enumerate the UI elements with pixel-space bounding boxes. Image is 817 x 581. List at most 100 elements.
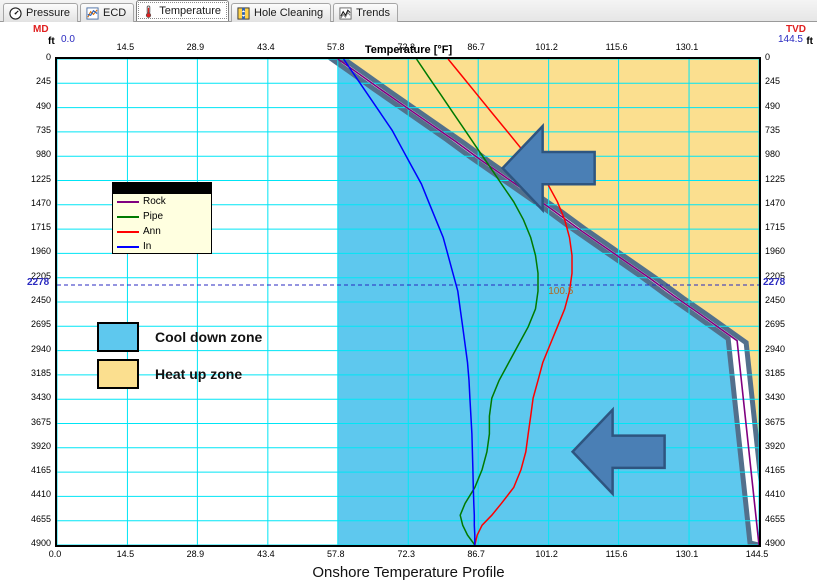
- tvd-tick-1: 245: [765, 76, 781, 87]
- md-marker-label: 2278: [27, 276, 50, 288]
- legend-label-rock: Rock: [143, 196, 166, 207]
- legend-header: [113, 183, 211, 194]
- tvd-marker-label: 2278: [763, 276, 786, 288]
- md-tick-19: 4655: [30, 513, 51, 524]
- md-tick-10: 2450: [30, 295, 51, 305]
- md-tick-12: 2940: [30, 343, 51, 354]
- tab-temperature[interactable]: Temperature: [136, 0, 230, 21]
- tab-hole-cleaning[interactable]: Hole Cleaning: [231, 3, 332, 22]
- tab-trends[interactable]: Trends: [333, 3, 398, 22]
- tvd-tick-18: 4410: [765, 489, 786, 500]
- trends-chart-icon: [339, 6, 352, 20]
- hole-cleaning-icon: [237, 6, 250, 20]
- zone-key-heat: Heat up zone: [97, 359, 262, 389]
- md-units-label: ft: [48, 36, 55, 47]
- tab-ecd-label: ECD: [103, 7, 127, 19]
- cool-zone-label: Cool down zone: [155, 329, 263, 345]
- tvd-tick-11: 2695: [765, 319, 786, 330]
- legend-swatch-rock: [117, 201, 139, 203]
- tab-hole-cleaning-label: Hole Cleaning: [254, 7, 324, 19]
- md-tick-13: 3185: [30, 367, 51, 378]
- x-tick-top-8: 115.6: [605, 42, 628, 52]
- md-tick-20: 4900: [30, 538, 51, 548]
- gauge-icon: [9, 6, 22, 20]
- tvd-tick-8: 1960: [765, 246, 786, 257]
- tvd-tick-17: 4165: [765, 465, 786, 476]
- md-tick-3: 735: [35, 124, 51, 135]
- md-tick-17: 4165: [30, 465, 51, 476]
- x-tick-bottom-5: 72.3: [397, 549, 415, 559]
- x-tick-bottom-0: 0.0: [48, 549, 62, 559]
- tvd-tick-4: 980: [765, 149, 781, 160]
- x-tick-top-7: 101.2: [535, 42, 558, 52]
- legend-label-pipe: Pipe: [143, 211, 164, 222]
- chart-caption: Onshore Temperature Profile: [312, 564, 505, 581]
- md-tick-11: 2695: [30, 319, 51, 330]
- md-tick-18: 4410: [30, 489, 51, 500]
- ecd-chart-icon: [86, 6, 99, 20]
- x-tick-bottom-1: 14.5: [116, 549, 135, 559]
- tab-pressure[interactable]: Pressure: [3, 3, 79, 22]
- md-tick-8: 1960: [30, 246, 51, 257]
- legend-label-in: In: [143, 241, 152, 252]
- tvd-tick-13: 3185: [765, 367, 786, 378]
- tvd-tick-5: 1225: [765, 173, 786, 184]
- grid-lines: [57, 59, 759, 545]
- tab-temperature-label: Temperature: [159, 5, 222, 17]
- legend-swatch-ann: [117, 231, 139, 233]
- legend-row-ann: Ann: [113, 225, 211, 239]
- marker-value-label: 100.5: [548, 285, 574, 297]
- legend-label-ann: Ann: [143, 226, 161, 237]
- tvd-tick-2: 490: [765, 100, 781, 111]
- tvd-tick-20: 4900: [765, 538, 786, 548]
- tab-ecd[interactable]: ECD: [80, 3, 135, 22]
- legend-row-pipe: Pipe: [113, 210, 211, 224]
- x-tick-top-4: 57.8: [327, 42, 345, 52]
- md-tick-1: 245: [35, 76, 51, 87]
- tvd-tick-12: 2940: [765, 343, 786, 354]
- tvd-tick-6: 1470: [765, 197, 786, 208]
- x-tick-top-3: 43.4: [257, 42, 275, 52]
- heat-zone-swatch: [97, 359, 139, 389]
- x-tick-bottom-9: 130.1: [675, 549, 699, 559]
- md-tick-6: 1470: [30, 197, 51, 208]
- tvd-tick-14: 3430: [765, 392, 786, 403]
- cool-zone-swatch: [97, 322, 139, 352]
- x-tick-bottom-6: 86.7: [467, 549, 485, 559]
- md-tick-0: 0: [45, 52, 51, 62]
- x-tick-top-1: 14.5: [116, 42, 135, 52]
- tvd-units-label: ft: [806, 36, 813, 47]
- tab-bar: Pressure ECD Temperature Hole Cleaning T…: [0, 0, 817, 22]
- tvd-tick-0: 0: [765, 52, 771, 62]
- x-tick-top-6: 86.7: [467, 42, 485, 52]
- x-tick-bottom-3: 43.4: [257, 549, 275, 559]
- legend-row-in: In: [113, 240, 211, 254]
- md-tick-5: 1225: [30, 173, 51, 184]
- x-axis-max-top-label: 144.5: [777, 34, 803, 45]
- x-tick-bottom-7: 101.2: [535, 549, 558, 559]
- x-tick-bottom-8: 115.6: [605, 549, 628, 559]
- tab-pressure-label: Pressure: [26, 7, 71, 19]
- md-tick-7: 1715: [30, 222, 51, 233]
- x-tick-bottom-10: 144.5: [745, 549, 769, 559]
- tvd-tick-19: 4655: [765, 513, 786, 524]
- md-tick-2: 490: [35, 100, 51, 111]
- x-axis-min-top-label: 0.0: [61, 34, 75, 45]
- x-tick-bottom-4: 57.8: [327, 549, 345, 559]
- legend-row-rock: Rock: [113, 195, 211, 209]
- tvd-tick-7: 1715: [765, 222, 786, 233]
- x-tick-bottom-2: 28.9: [186, 549, 205, 559]
- md-tick-15: 3675: [30, 416, 51, 427]
- md-axis-label: MD: [33, 24, 49, 35]
- plot-canvas: [57, 59, 759, 545]
- series-legend[interactable]: Rock Pipe Ann In: [112, 182, 212, 254]
- legend-swatch-pipe: [117, 216, 139, 218]
- plot-area[interactable]: Rock Pipe Ann In Cool down zone Heat up …: [55, 57, 761, 547]
- thermometer-icon: [146, 4, 152, 18]
- x-tick-top-5: 72.3: [397, 42, 415, 52]
- tvd-tick-16: 3920: [765, 440, 786, 451]
- x-tick-top-9: 130.1: [675, 42, 699, 52]
- zone-key: Cool down zone Heat up zone: [97, 322, 262, 396]
- legend-swatch-in: [117, 246, 139, 248]
- zone-key-cool: Cool down zone: [97, 322, 262, 352]
